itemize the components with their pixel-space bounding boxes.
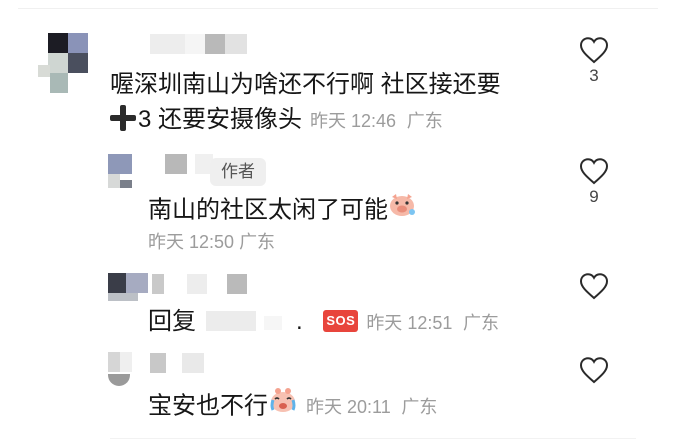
top-divider (18, 8, 658, 9)
comment-text: 回复. SOS 昨天 12:51 广东 (148, 305, 499, 340)
comment-time: 昨天 12:51 (366, 313, 453, 333)
comment-text-content: 南山的社区太闲了可能 (148, 196, 388, 224)
username-blurred[interactable] (150, 353, 210, 373)
reply-target-blurred[interactable] (206, 310, 256, 331)
comment-text-cont: 3 还要安摄像头 (138, 106, 303, 133)
comment-text: 宝安也不行 昨天 20:11 广东 (148, 388, 437, 426)
plus-emoji-icon (110, 104, 136, 131)
comment-location: 广东 (463, 313, 500, 333)
like-count: 3 (589, 66, 599, 85)
pig-face-emoji-icon (388, 191, 416, 227)
comment-meta: 昨天 12:50 广东 (148, 228, 275, 254)
username-blurred[interactable] (150, 34, 250, 54)
like-button[interactable] (578, 272, 610, 300)
reply-prefix: 回复 (148, 308, 196, 335)
heart-icon (579, 37, 609, 64)
heart-icon (579, 357, 609, 384)
like-button[interactable]: 9 (578, 157, 610, 207)
avatar[interactable] (108, 273, 150, 301)
like-button[interactable]: 3 (578, 36, 610, 86)
author-tag: 作者 (210, 158, 266, 186)
comment-time: 昨天 12:50 (148, 232, 235, 252)
like-button[interactable] (578, 356, 610, 384)
avatar[interactable] (108, 154, 132, 188)
comment-text: 喔深圳南山为啥还不行啊 社区接还要 (110, 71, 501, 98)
comment-location: 广东 (406, 111, 443, 131)
heart-icon (579, 273, 609, 300)
comment-location: 广东 (239, 232, 276, 252)
avatar[interactable] (38, 33, 90, 93)
sos-emoji-icon: SOS (323, 309, 359, 332)
like-count: 9 (589, 187, 599, 206)
comment-text: 南山的社区太闲了可能 (148, 193, 416, 229)
username-blurred[interactable] (152, 274, 252, 294)
crying-face-emoji-icon (268, 386, 298, 424)
avatar[interactable] (108, 352, 132, 386)
username-blurred[interactable] (165, 154, 215, 174)
bottom-divider (110, 438, 636, 439)
comment-text-line2: 3 还要安摄像头 昨天 12:46 广东 (110, 103, 443, 138)
comment-location: 广东 (401, 397, 438, 418)
heart-icon (579, 158, 609, 185)
comment-text-content: 宝安也不行 (148, 392, 268, 420)
comment-time: 昨天 12:46 (310, 111, 397, 131)
reply-dot: . (296, 308, 303, 335)
comment-time: 昨天 20:11 (306, 397, 391, 418)
